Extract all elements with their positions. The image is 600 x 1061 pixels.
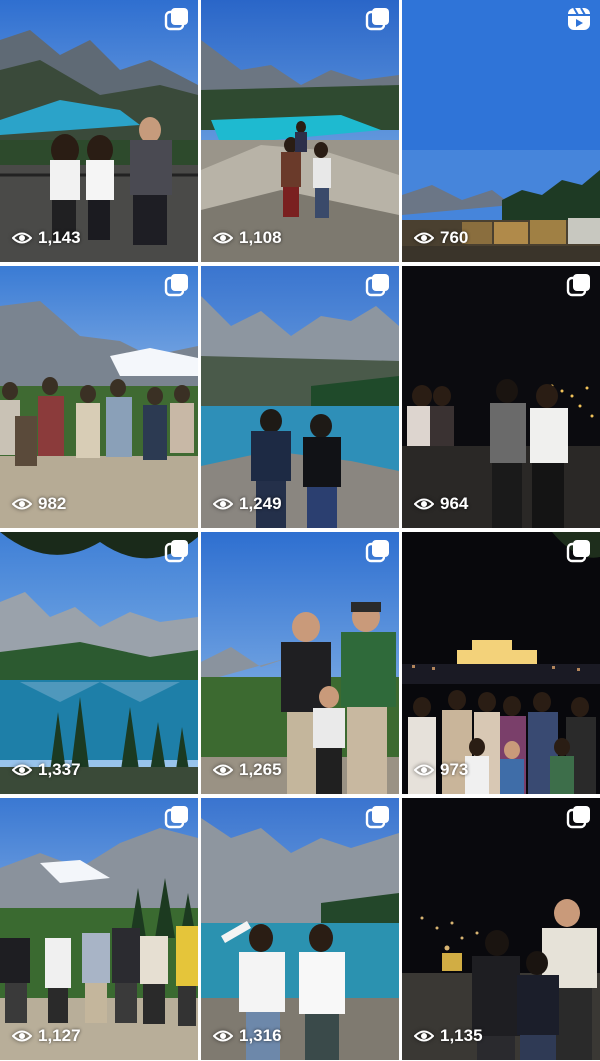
reel-icon <box>566 6 592 32</box>
eye-icon <box>213 498 233 510</box>
carousel-icon <box>164 804 190 830</box>
photo-grid: 1,143 1,108 760 982 1,249 964 1,337 1,26… <box>0 0 600 1061</box>
post-tile[interactable]: 1,108 <box>201 0 399 262</box>
eye-icon <box>414 232 434 244</box>
post-thumbnail <box>201 0 399 262</box>
view-count-text: 964 <box>440 494 469 513</box>
carousel-icon <box>566 272 592 298</box>
post-tile[interactable]: 964 <box>402 266 600 528</box>
view-count-text: 760 <box>440 228 469 247</box>
post-thumbnail <box>201 798 399 1060</box>
post-thumbnail <box>201 532 399 794</box>
post-tile[interactable]: 1,316 <box>201 798 399 1060</box>
eye-icon <box>213 232 233 244</box>
eye-icon <box>12 764 32 776</box>
view-count-text: 1,108 <box>239 228 282 247</box>
post-thumbnail <box>0 0 198 262</box>
view-count: 1,135 <box>414 1026 483 1046</box>
carousel-icon <box>566 538 592 564</box>
post-thumbnail <box>0 532 198 794</box>
eye-icon <box>12 232 32 244</box>
view-count-text: 973 <box>440 760 469 779</box>
carousel-icon <box>164 538 190 564</box>
post-thumbnail <box>402 798 600 1060</box>
post-thumbnail <box>201 266 399 528</box>
view-count: 1,108 <box>213 228 282 248</box>
view-count-text: 982 <box>38 494 67 513</box>
post-tile[interactable]: 982 <box>0 266 198 528</box>
post-thumbnail <box>0 266 198 528</box>
view-count: 973 <box>414 760 468 780</box>
carousel-icon <box>164 272 190 298</box>
carousel-icon <box>365 272 391 298</box>
post-tile[interactable]: 1,127 <box>0 798 198 1060</box>
view-count: 1,127 <box>12 1026 81 1046</box>
eye-icon <box>414 764 434 776</box>
view-count: 964 <box>414 494 468 514</box>
view-count-text: 1,127 <box>38 1026 81 1045</box>
view-count: 1,316 <box>213 1026 282 1046</box>
carousel-icon <box>566 804 592 830</box>
view-count: 1,249 <box>213 494 282 514</box>
view-count-text: 1,249 <box>239 494 282 513</box>
eye-icon <box>12 498 32 510</box>
post-tile[interactable]: 760 <box>402 0 600 262</box>
post-thumbnail <box>0 798 198 1060</box>
view-count: 1,337 <box>12 760 81 780</box>
carousel-icon <box>365 804 391 830</box>
view-count-text: 1,265 <box>239 760 282 779</box>
post-tile[interactable]: 1,249 <box>201 266 399 528</box>
post-thumbnail <box>402 532 600 794</box>
eye-icon <box>213 764 233 776</box>
view-count-text: 1,337 <box>38 760 81 779</box>
post-tile[interactable]: 1,265 <box>201 532 399 794</box>
eye-icon <box>213 1030 233 1042</box>
view-count-text: 1,316 <box>239 1026 282 1045</box>
view-count: 1,143 <box>12 228 81 248</box>
post-thumbnail <box>402 0 600 262</box>
carousel-icon <box>365 6 391 32</box>
post-tile[interactable]: 1,337 <box>0 532 198 794</box>
carousel-icon <box>164 6 190 32</box>
view-count-text: 1,135 <box>440 1026 483 1045</box>
post-tile[interactable]: 1,135 <box>402 798 600 1060</box>
view-count-text: 1,143 <box>38 228 81 247</box>
eye-icon <box>414 1030 434 1042</box>
post-thumbnail <box>402 266 600 528</box>
post-tile[interactable]: 973 <box>402 532 600 794</box>
view-count: 760 <box>414 228 468 248</box>
eye-icon <box>12 1030 32 1042</box>
post-tile[interactable]: 1,143 <box>0 0 198 262</box>
view-count: 1,265 <box>213 760 282 780</box>
carousel-icon <box>365 538 391 564</box>
view-count: 982 <box>12 494 66 514</box>
eye-icon <box>414 498 434 510</box>
